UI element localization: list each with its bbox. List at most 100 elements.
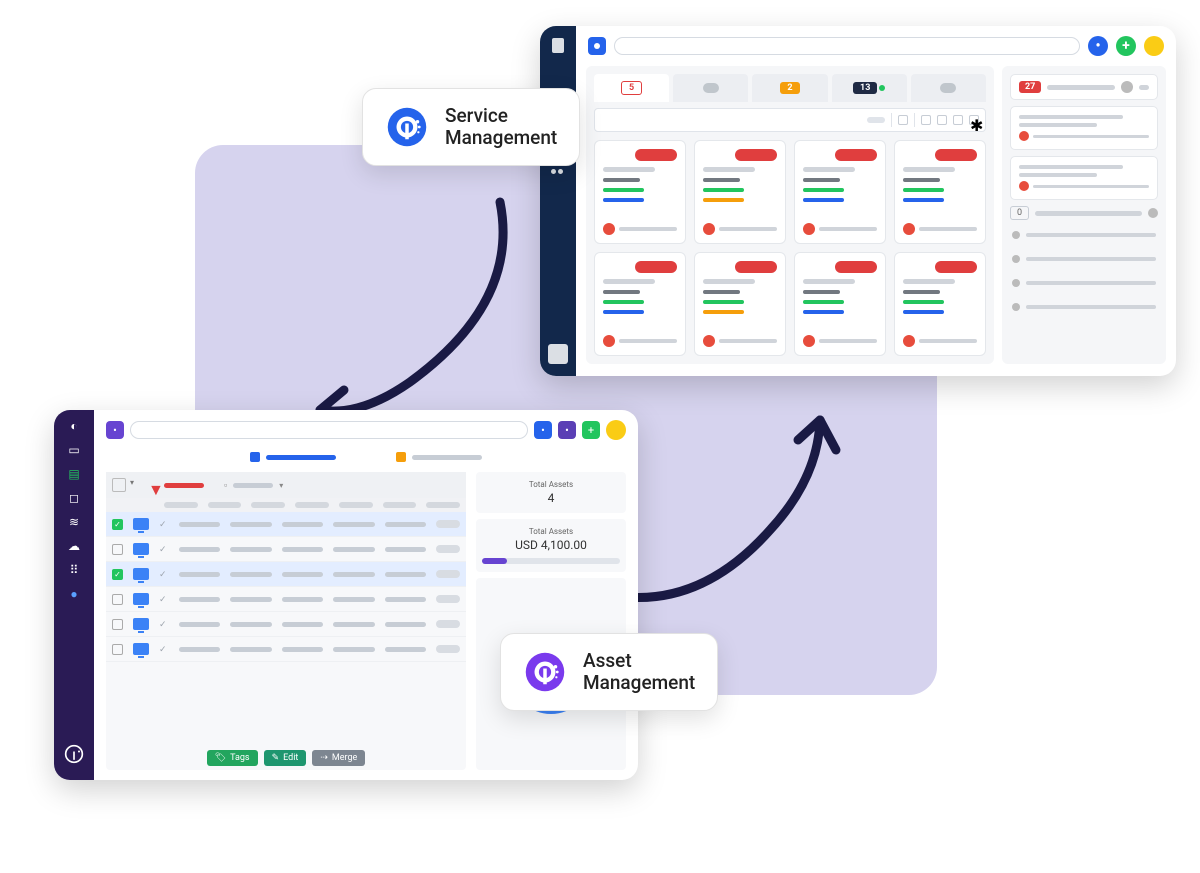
ticket-card[interactable] [894,140,986,244]
tool-3[interactable] [937,115,947,125]
row-checkbox[interactable] [112,619,123,630]
doc-icon: ▫ [224,480,227,491]
tab-2[interactable] [673,74,748,102]
total-assets-count: Total Assets 4 [476,472,626,513]
svc-toolbar: ✱ [594,108,986,132]
svc-side-panel: 27 0 [1002,66,1166,364]
avatar-icon [903,223,915,235]
side-list-item[interactable] [1010,274,1158,292]
tab-b[interactable] [396,452,482,462]
ticket-card[interactable] [694,252,786,356]
check-icon: ✓ [159,645,169,653]
top-btn-2[interactable]: • [558,421,576,439]
tab-3[interactable]: 2 [752,74,827,102]
home-button[interactable] [588,37,606,55]
tab-5[interactable] [911,74,986,102]
brand-logo-icon [548,344,568,364]
ticket-card[interactable] [794,140,886,244]
service-logo-icon [385,105,429,149]
tool-4[interactable] [953,115,963,125]
svc-topbar: • + [576,26,1176,66]
table-filters: ▼ ▫ ▾ [106,472,466,498]
ticket-card[interactable] [894,252,986,356]
table-row[interactable]: ✓✓ [106,512,466,537]
avatar-icon [1121,81,1133,93]
avatar[interactable] [1144,36,1164,56]
asset-type-icon [133,568,149,580]
side-list-item[interactable] [1010,298,1158,316]
check-icon: ✓ [159,520,169,528]
ticket-card[interactable] [594,140,686,244]
add-button[interactable]: + [582,421,600,439]
ast-sidebar: ◐ ▭ ▤ ◻ ≋ ☁ ⠿ ● [54,410,94,780]
avatar-icon [803,335,815,347]
asset-type-icon [133,643,149,655]
asset-logo-icon [523,650,567,694]
table-row[interactable]: ✓ [106,612,466,637]
row-checkbox[interactable] [112,644,123,655]
row-checkbox[interactable] [112,544,123,555]
arrow-down [290,192,550,432]
asset-window: ◐ ▭ ▤ ◻ ≋ ☁ ⠿ ● • • • + ▼ [54,410,638,780]
tool-1[interactable] [898,115,908,125]
asset-side-panel: Total Assets 4 Total Assets USD 4,100.00 [476,472,626,770]
search-bar[interactable] [130,421,528,439]
top-btn-1[interactable]: • [534,421,552,439]
ast-topbar: • • • + [94,410,638,446]
avatar-icon [803,223,815,235]
nav-cloud-icon[interactable]: ☁ [65,538,83,554]
settings-icon[interactable]: ✱ [969,115,979,125]
nav-monitor-icon[interactable]: ▭ [65,442,83,458]
ast-nav-tabs [94,446,638,472]
edit-button[interactable]: ✎ Edit [264,750,307,766]
row-checkbox[interactable]: ✓ [112,519,123,530]
merge-button[interactable]: ⇢ Merge [312,750,365,766]
table-row[interactable]: ✓ [106,637,466,662]
brand-logo-icon [64,744,84,764]
nav-apps-icon[interactable]: ⠿ [65,562,83,578]
side-list-item[interactable] [1010,250,1158,268]
nav-dashboard-icon[interactable]: ◐ [65,418,83,434]
check-icon: ✓ [159,595,169,603]
ticket-card[interactable] [694,140,786,244]
nav-doc-icon[interactable] [552,38,564,53]
check-icon: ✓ [159,620,169,628]
row-checkbox[interactable]: ✓ [112,569,123,580]
active-filter[interactable] [164,483,204,488]
avatar-icon [1148,208,1158,218]
tab-4[interactable]: 13 [832,74,907,102]
table-row[interactable]: ✓✓ [106,562,466,587]
side-list-item[interactable] [1010,226,1158,244]
add-button[interactable]: + [1116,36,1136,56]
select-all-checkbox[interactable] [112,478,126,492]
ticket-card[interactable] [794,252,886,356]
avatar-icon [903,335,915,347]
table-row[interactable]: ✓ [106,537,466,562]
asset-type-icon [133,593,149,605]
avatar-icon [603,335,615,347]
check-icon [940,83,956,93]
tab-1[interactable]: 5 [594,74,669,102]
avatar-icon [603,223,615,235]
nav-db-icon[interactable]: ≋ [65,514,83,530]
asset-table: ▼ ▫ ▾ ✓✓✓✓✓✓✓✓ 🏷 Tags ✎ Edit ⇢ Merge [106,472,466,770]
avatar[interactable] [606,420,626,440]
filter-icon[interactable]: ▼ [148,480,158,490]
tool-2[interactable] [921,115,931,125]
nav-doc-icon[interactable]: ◻ [65,490,83,506]
top-action-1[interactable]: • [1088,36,1108,56]
service-management-callout: Service Management [362,88,580,166]
side-item[interactable] [1010,106,1158,150]
ticket-card[interactable] [594,252,686,356]
table-row[interactable]: ✓ [106,587,466,612]
home-button[interactable]: • [106,421,124,439]
search-bar[interactable] [614,37,1080,55]
nav-money-icon[interactable]: ▤ [65,466,83,482]
nav-dot-icon[interactable]: ● [65,586,83,602]
side-counter: 0 [1010,206,1158,220]
side-item[interactable] [1010,156,1158,200]
row-checkbox[interactable] [112,594,123,605]
tab-a[interactable] [250,452,336,462]
tags-button[interactable]: 🏷 Tags [207,750,258,766]
svc-card-grid [594,140,986,356]
